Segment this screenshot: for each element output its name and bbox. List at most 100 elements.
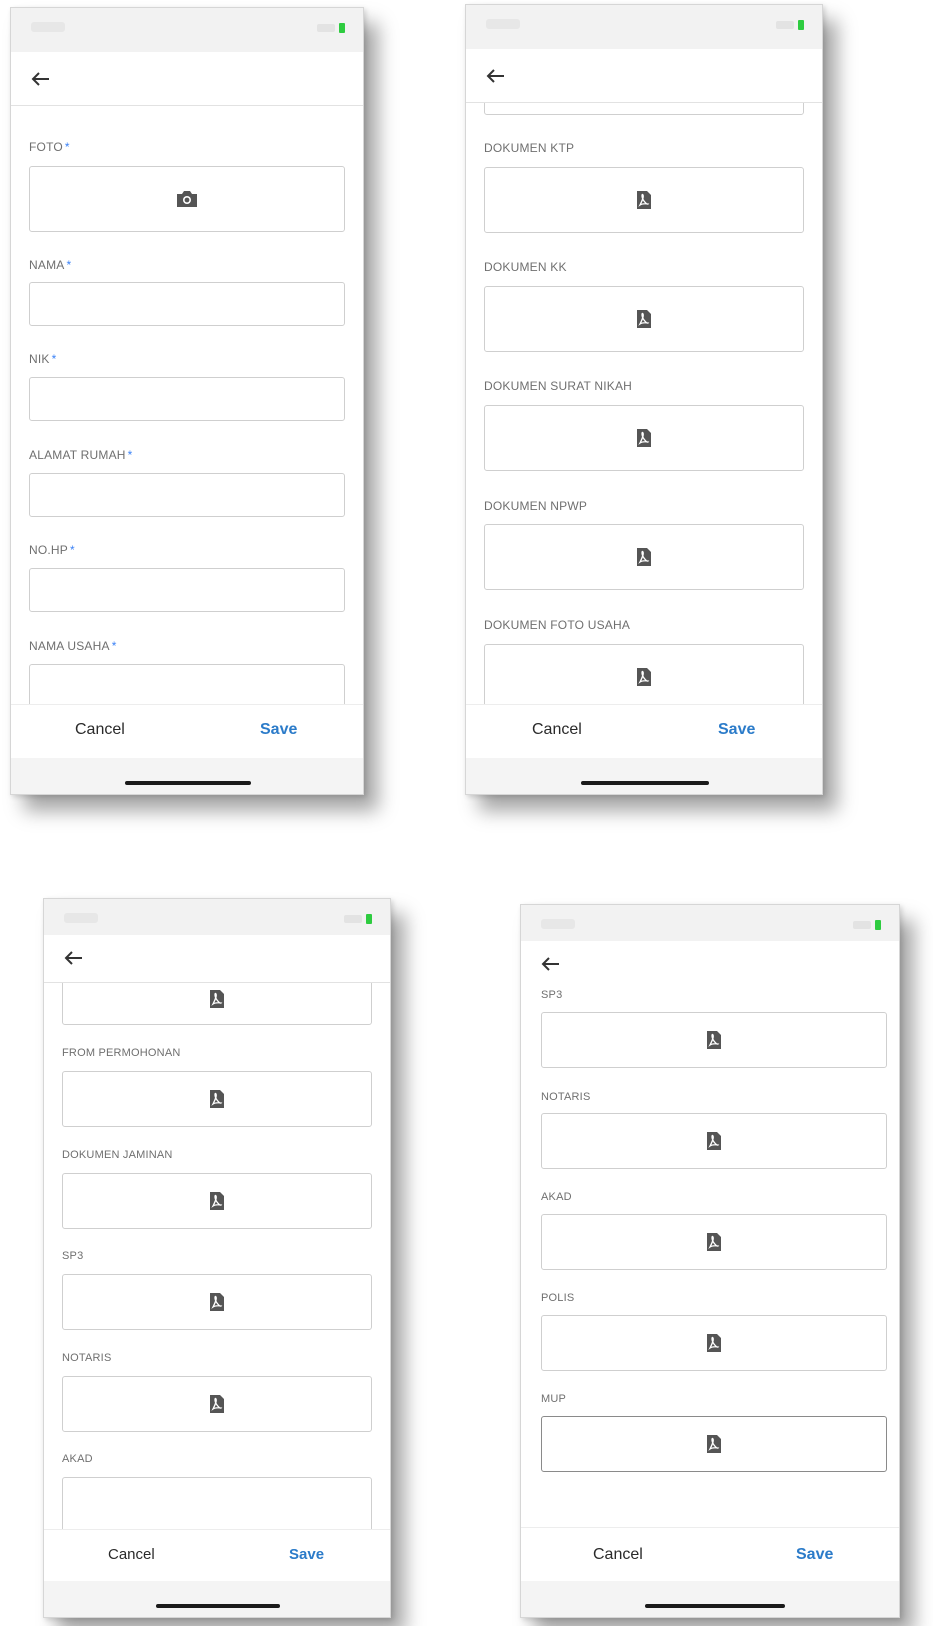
arrow-left-icon	[64, 951, 82, 965]
camera-icon	[177, 191, 197, 207]
cancel-button[interactable]: Cancel	[593, 1546, 643, 1564]
partial-upload-field[interactable]	[62, 983, 372, 1025]
back-button[interactable]	[533, 949, 567, 979]
home-strip	[466, 758, 822, 794]
signal-icon	[317, 24, 335, 32]
pdf-file-icon	[637, 191, 651, 209]
cancel-button[interactable]: Cancel	[108, 1546, 155, 1563]
footer: Cancel Save	[521, 1527, 899, 1617]
field-label-akad: AKAD	[62, 1453, 93, 1465]
screen-4: SP3 NOTARIS AKAD POLIS MUP Cancel Save	[520, 904, 900, 1618]
pdf-file-icon	[707, 1031, 721, 1049]
pdf-file-icon	[210, 1395, 224, 1413]
back-button[interactable]	[23, 64, 57, 94]
pdf-file-icon	[637, 429, 651, 447]
alamat-rumah-input[interactable]	[29, 473, 345, 517]
dokumen-jaminan-upload[interactable]	[62, 1173, 372, 1229]
pdf-file-icon	[707, 1233, 721, 1251]
field-label-nama: NAMA *	[29, 258, 72, 272]
field-label-nik: NIK *	[29, 352, 57, 366]
battery-icon	[798, 20, 804, 30]
field-label-alamat-rumah: ALAMAT RUMAH *	[29, 448, 133, 462]
no-hp-input[interactable]	[29, 568, 345, 612]
from-permohonan-upload[interactable]	[62, 1071, 372, 1127]
cancel-button[interactable]: Cancel	[532, 721, 582, 739]
photo-upload-field[interactable]	[29, 166, 345, 232]
screen-1: FOTO * NAMA * NIK * ALAMAT RUMAH * NO.HP * NA…	[10, 7, 364, 795]
sp3-upload[interactable]	[541, 1012, 887, 1068]
home-strip	[521, 1581, 899, 1617]
signal-icon	[344, 915, 362, 923]
form-area: FROM PERMOHONAN DOKUMEN JAMINAN SP3 NOTA…	[44, 983, 390, 1529]
field-label-notaris: NOTARIS	[541, 1091, 591, 1103]
status-time	[31, 22, 65, 32]
pdf-file-icon	[637, 310, 651, 328]
footer: Cancel Save	[44, 1529, 390, 1617]
pdf-file-icon	[637, 668, 651, 686]
footer: Cancel Save	[11, 704, 363, 794]
dokumen-foto-usaha-upload[interactable]	[484, 644, 804, 704]
battery-icon	[339, 23, 345, 33]
save-button[interactable]: Save	[289, 1546, 324, 1563]
polis-upload[interactable]	[541, 1315, 887, 1371]
akad-upload[interactable]	[62, 1477, 372, 1529]
notaris-upload[interactable]	[541, 1113, 887, 1169]
field-label-polis: POLIS	[541, 1292, 575, 1304]
save-button[interactable]: Save	[718, 721, 755, 739]
status-time	[541, 919, 575, 929]
mup-upload[interactable]	[541, 1416, 887, 1472]
back-button[interactable]	[478, 61, 512, 91]
app-header	[521, 941, 899, 987]
battery-icon	[875, 920, 881, 930]
notaris-upload[interactable]	[62, 1376, 372, 1432]
field-label-mup: MUP	[541, 1393, 567, 1405]
arrow-left-icon	[486, 69, 504, 83]
field-label-nama-usaha: NAMA USAHA *	[29, 639, 117, 653]
status-icons	[776, 20, 804, 30]
screen-2: DOKUMEN KTP DOKUMEN KK DOKUMEN SURAT NIK…	[465, 4, 823, 795]
field-label-no-hp: NO.HP *	[29, 543, 75, 557]
back-button[interactable]	[56, 943, 90, 973]
pdf-file-icon	[210, 1192, 224, 1210]
dokumen-npwp-upload[interactable]	[484, 524, 804, 590]
nik-input[interactable]	[29, 377, 345, 421]
home-strip	[11, 758, 363, 794]
dokumen-surat-nikah-upload[interactable]	[484, 405, 804, 471]
form-area: SP3 NOTARIS AKAD POLIS MUP	[521, 987, 899, 1527]
field-label-dokumen-foto-usaha: DOKUMEN FOTO USAHA	[484, 618, 631, 632]
status-bar	[466, 5, 822, 49]
status-icons	[317, 23, 345, 33]
dokumen-ktp-upload[interactable]	[484, 167, 804, 233]
field-label-akad: AKAD	[541, 1191, 572, 1203]
field-label-dokumen-surat-nikah: DOKUMEN SURAT NIKAH	[484, 379, 633, 393]
form-area: FOTO * NAMA * NIK * ALAMAT RUMAH * NO.HP * NA…	[11, 106, 363, 704]
status-bar	[11, 8, 363, 52]
akad-upload[interactable]	[541, 1214, 887, 1270]
field-label-sp3: SP3	[62, 1250, 84, 1262]
app-header	[11, 52, 363, 106]
arrow-left-icon	[31, 72, 49, 86]
home-indicator	[125, 781, 251, 785]
home-strip	[44, 1581, 390, 1617]
signal-icon	[853, 921, 871, 929]
field-label-dokumen-kk: DOKUMEN KK	[484, 260, 567, 274]
signal-icon	[776, 21, 794, 29]
home-indicator	[645, 1604, 785, 1608]
nama-input[interactable]	[29, 282, 345, 326]
pdf-file-icon	[210, 1293, 224, 1311]
dokumen-kk-upload[interactable]	[484, 286, 804, 352]
nama-usaha-input[interactable]	[29, 664, 345, 704]
partial-upload-field[interactable]	[484, 103, 804, 115]
screen-3: FROM PERMOHONAN DOKUMEN JAMINAN SP3 NOTA…	[43, 898, 391, 1618]
sp3-upload[interactable]	[62, 1274, 372, 1330]
save-button[interactable]: Save	[796, 1546, 833, 1564]
status-icons	[344, 914, 372, 924]
pdf-file-icon	[707, 1334, 721, 1352]
pdf-file-icon	[707, 1132, 721, 1150]
status-time	[64, 913, 98, 923]
app-header	[466, 49, 822, 103]
form-area: DOKUMEN KTP DOKUMEN KK DOKUMEN SURAT NIK…	[466, 103, 822, 704]
cancel-button[interactable]: Cancel	[75, 721, 125, 739]
field-label-sp3: SP3	[541, 989, 563, 1001]
save-button[interactable]: Save	[260, 721, 297, 739]
